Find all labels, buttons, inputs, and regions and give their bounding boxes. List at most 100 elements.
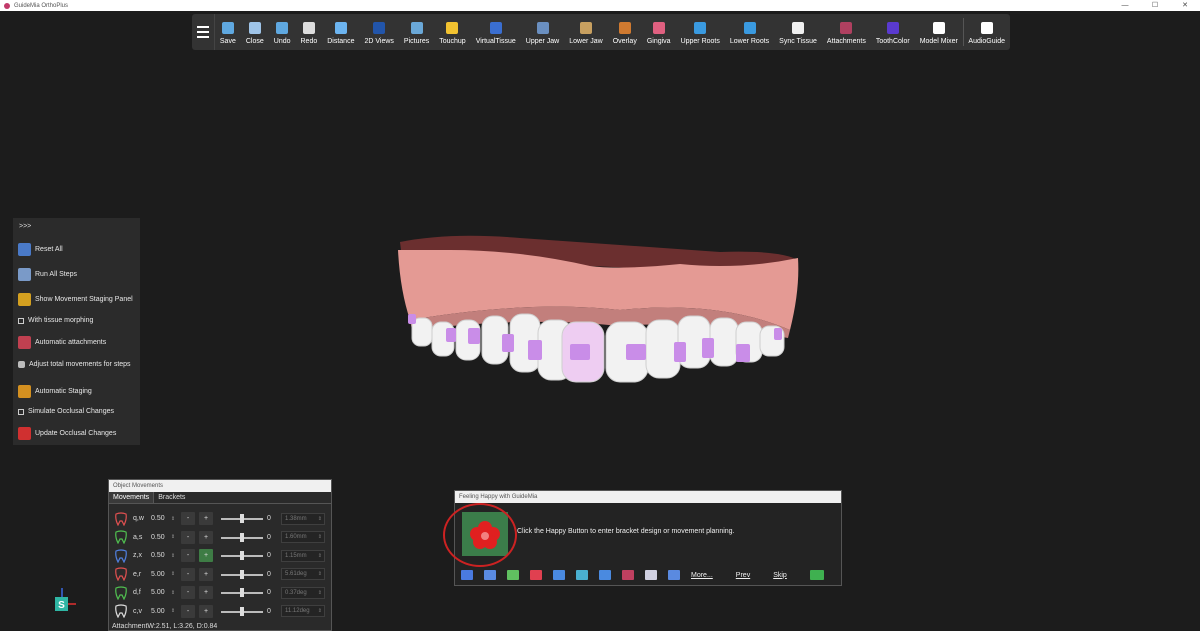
attachment-icon[interactable] — [622, 570, 634, 580]
decrement-button[interactable]: - — [181, 530, 195, 544]
decrement-button[interactable]: - — [181, 512, 195, 525]
dental-model-viewport[interactable] — [390, 230, 810, 390]
measure-field[interactable]: 0.37deg ⇕ — [281, 586, 325, 599]
minimize-button[interactable]: — — [1110, 0, 1140, 11]
slider-thumb[interactable] — [240, 588, 244, 597]
increment-button[interactable]: + — [199, 512, 213, 525]
side-item-update-occlusal-changes[interactable]: Update Occlusal Changes — [18, 427, 116, 440]
toolbar-audioguide-button[interactable]: AudioGuide — [963, 14, 1010, 50]
step-spinner[interactable]: ⇕ — [169, 590, 177, 596]
side-item-reset-all[interactable]: Reset All — [18, 243, 63, 256]
tooth-outline-icon[interactable] — [553, 570, 565, 580]
step-spinner[interactable]: ⇕ — [169, 516, 177, 522]
more-button[interactable]: More... — [691, 572, 713, 579]
tab-movements[interactable]: Movements — [109, 492, 155, 503]
toolbar-lower-roots-button[interactable]: Lower Roots — [725, 14, 774, 50]
measure-field[interactable]: 1.15mm ⇕ — [281, 549, 325, 562]
tools-icon[interactable] — [507, 570, 519, 580]
measure-spinner[interactable]: ⇕ — [318, 551, 322, 561]
toolbar-overlay-button[interactable]: Overlay — [608, 14, 642, 50]
movement-slider[interactable] — [221, 568, 263, 581]
movement-slider[interactable] — [221, 531, 263, 544]
measure-field[interactable]: 1.38mm ⇕ — [281, 512, 325, 525]
prev-button[interactable]: Prev — [736, 572, 750, 579]
step-value-input[interactable]: 5.00 — [151, 589, 169, 596]
toolbar-close-button[interactable]: Close — [241, 14, 269, 50]
movement-slider[interactable] — [221, 512, 263, 525]
increment-button[interactable]: + — [199, 586, 213, 599]
measure-spinner[interactable]: ⇕ — [318, 569, 322, 579]
decrement-button[interactable]: - — [181, 586, 195, 599]
increment-button[interactable]: + — [199, 549, 213, 562]
tab-brackets[interactable]: Brackets — [154, 492, 189, 503]
blocks-icon[interactable] — [668, 570, 680, 580]
toolbar-virtualtissue-button[interactable]: VirtualTissue — [471, 14, 521, 50]
toolbar-undo-button[interactable]: Undo — [269, 14, 296, 50]
increment-button[interactable]: + — [199, 567, 213, 581]
slider-thumb[interactable] — [240, 569, 244, 579]
toolbar-save-button[interactable]: Save — [215, 14, 241, 50]
monitor-icon[interactable] — [599, 570, 611, 580]
wire-icon[interactable] — [530, 570, 542, 580]
side-item-run-all-steps[interactable]: Run All Steps — [18, 268, 77, 281]
tooth-search-icon[interactable] — [576, 570, 588, 580]
measure-field[interactable]: 5.61deg ⇕ — [281, 568, 325, 580]
side-item-automatic-attachments[interactable]: Automatic attachments — [18, 336, 106, 349]
side-item-show-movement-staging-panel[interactable]: Show Movement Staging Panel — [18, 293, 133, 306]
measure-spinner[interactable]: ⇕ — [318, 606, 322, 616]
side-item-with-tissue-morphing[interactable]: With tissue morphing — [18, 317, 93, 324]
side-item-simulate-occlusal-changes[interactable]: Simulate Occlusal Changes — [18, 408, 114, 415]
bracket-plate-icon[interactable] — [484, 570, 496, 580]
measure-spinner[interactable]: ⇕ — [318, 532, 322, 542]
increment-button[interactable]: + — [199, 530, 213, 544]
menu-lines-icon[interactable] — [461, 570, 473, 580]
step-value-input[interactable]: 0.50 — [151, 534, 169, 541]
toolbar-label: Touchup — [439, 38, 466, 45]
bank-icon[interactable] — [645, 570, 657, 580]
toolbar-touchup-button[interactable]: Touchup — [434, 14, 470, 50]
close-window-button[interactable]: ✕ — [1170, 0, 1200, 11]
slider-thumb[interactable] — [240, 606, 244, 616]
slider-thumb[interactable] — [240, 532, 244, 542]
measure-spinner[interactable]: ⇕ — [318, 588, 322, 598]
decrement-button[interactable]: - — [181, 567, 195, 581]
step-value-input[interactable]: 0.50 — [151, 515, 169, 522]
step-value-input[interactable]: 5.00 — [151, 571, 169, 578]
movement-slider[interactable] — [221, 586, 263, 599]
toolbar-pictures-button[interactable]: Pictures — [399, 14, 434, 50]
skip-button[interactable]: Skip — [773, 572, 787, 579]
hamburger-menu-icon[interactable] — [192, 14, 215, 50]
step-value-input[interactable]: 5.00 — [151, 608, 169, 615]
maximize-button[interactable]: ☐ — [1140, 0, 1170, 11]
happy-print-icon[interactable] — [809, 570, 824, 580]
step-value-input[interactable]: 0.50 — [151, 552, 169, 559]
increment-button[interactable]: + — [199, 604, 213, 618]
slider-thumb[interactable] — [240, 514, 244, 523]
toolbar-upper-jaw-button[interactable]: Upper Jaw — [521, 14, 564, 50]
step-spinner[interactable]: ⇕ — [169, 534, 177, 540]
side-item-adjust-total-movements-for-steps[interactable]: Adjust total movements for steps — [18, 361, 131, 368]
step-spinner[interactable]: ⇕ — [169, 553, 177, 559]
measure-field[interactable]: 1.60mm ⇕ — [281, 531, 325, 543]
toolbar-model-mixer-button[interactable]: Model Mixer — [915, 14, 963, 50]
movement-slider[interactable] — [221, 549, 263, 562]
toolbar-redo-button[interactable]: Redo — [296, 14, 323, 50]
measure-field[interactable]: 11.12deg ⇕ — [281, 605, 325, 617]
toolbar-attachments-button[interactable]: Attachments — [822, 14, 871, 50]
toolbar-upper-roots-button[interactable]: Upper Roots — [676, 14, 725, 50]
toolbar-gingiva-button[interactable]: Gingiva — [642, 14, 676, 50]
toolbar-distance-button[interactable]: Distance — [322, 14, 359, 50]
toolbar-sync-tissue-button[interactable]: Sync Tissue — [774, 14, 822, 50]
decrement-button[interactable]: - — [181, 604, 195, 618]
expand-panel-button[interactable]: >>> — [13, 218, 140, 235]
step-spinner[interactable]: ⇕ — [169, 571, 177, 577]
side-item-automatic-staging[interactable]: Automatic Staging — [18, 385, 92, 398]
measure-spinner[interactable]: ⇕ — [318, 514, 322, 524]
step-spinner[interactable]: ⇕ — [169, 608, 177, 614]
decrement-button[interactable]: - — [181, 549, 195, 562]
movement-slider[interactable] — [221, 605, 263, 618]
toolbar-toothcolor-button[interactable]: ToothColor — [871, 14, 915, 50]
slider-thumb[interactable] — [240, 551, 244, 560]
toolbar-lower-jaw-button[interactable]: Lower Jaw — [564, 14, 607, 50]
toolbar-2d-views-button[interactable]: 2D Views — [359, 14, 398, 50]
